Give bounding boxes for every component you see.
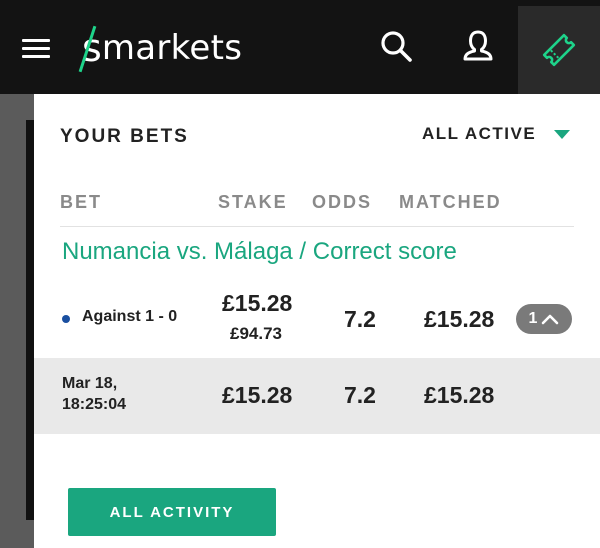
- history-time: 18:25:04: [62, 395, 127, 413]
- logo-text: markets: [101, 28, 243, 68]
- history-date: Mar 18,: [62, 375, 118, 392]
- bet-stake: £15.28: [222, 290, 293, 316]
- bet-row: Against 1 - 0 £15.28 £94.73 7.2 £15.28 1: [34, 280, 600, 358]
- betslip-ticket-icon: [542, 33, 576, 67]
- your-bets-panel: YOUR BETS ALL ACTIVE BET STAKE ODDS MATC…: [34, 94, 600, 548]
- search-icon: [381, 31, 412, 62]
- bet-history-row: Mar 18, 18:25:04 £15.28 7.2 £15.28: [34, 358, 600, 434]
- column-header-odds: ODDS: [312, 192, 373, 212]
- account-icon: [463, 30, 493, 61]
- filter-label: ALL ACTIVE: [422, 124, 537, 143]
- betslip-button[interactable]: [518, 6, 600, 94]
- caret-down-icon: [554, 129, 571, 139]
- account-button[interactable]: [458, 26, 498, 66]
- bet-odds: 7.2: [344, 306, 376, 332]
- column-header-matched: MATCHED: [399, 192, 502, 212]
- smarkets-logo[interactable]: s markets: [78, 25, 243, 73]
- background-page-edge: [26, 120, 34, 520]
- column-header-stake: STAKE: [218, 192, 288, 212]
- menu-icon[interactable]: [22, 37, 50, 59]
- history-matched: £15.28: [424, 382, 495, 408]
- bet-matched: £15.28: [424, 306, 495, 332]
- expand-bets-toggle[interactable]: 1: [516, 304, 572, 334]
- column-header-bet: BET: [60, 192, 102, 212]
- history-timestamp: Mar 18, 18:25:04: [62, 374, 126, 416]
- all-activity-button[interactable]: ALL ACTIVITY: [68, 488, 276, 536]
- panel-title: YOUR BETS: [60, 126, 189, 147]
- chevron-up-icon: [542, 314, 559, 325]
- search-button[interactable]: [376, 26, 416, 66]
- logo-initial: s: [78, 25, 102, 73]
- market-link[interactable]: Numancia vs. Málaga / Correct score: [62, 238, 457, 266]
- bet-count: 1: [528, 310, 538, 327]
- history-odds: 7.2: [344, 382, 376, 408]
- header-divider: [60, 226, 574, 227]
- lay-bet-dot-icon: [62, 315, 70, 323]
- bet-filter-dropdown[interactable]: ALL ACTIVE: [422, 124, 571, 144]
- top-navigation-bar: s markets: [0, 0, 600, 94]
- bet-liability: £94.73: [230, 324, 282, 343]
- bet-selection: Against 1 - 0: [82, 308, 178, 325]
- history-stake: £15.28: [222, 382, 293, 408]
